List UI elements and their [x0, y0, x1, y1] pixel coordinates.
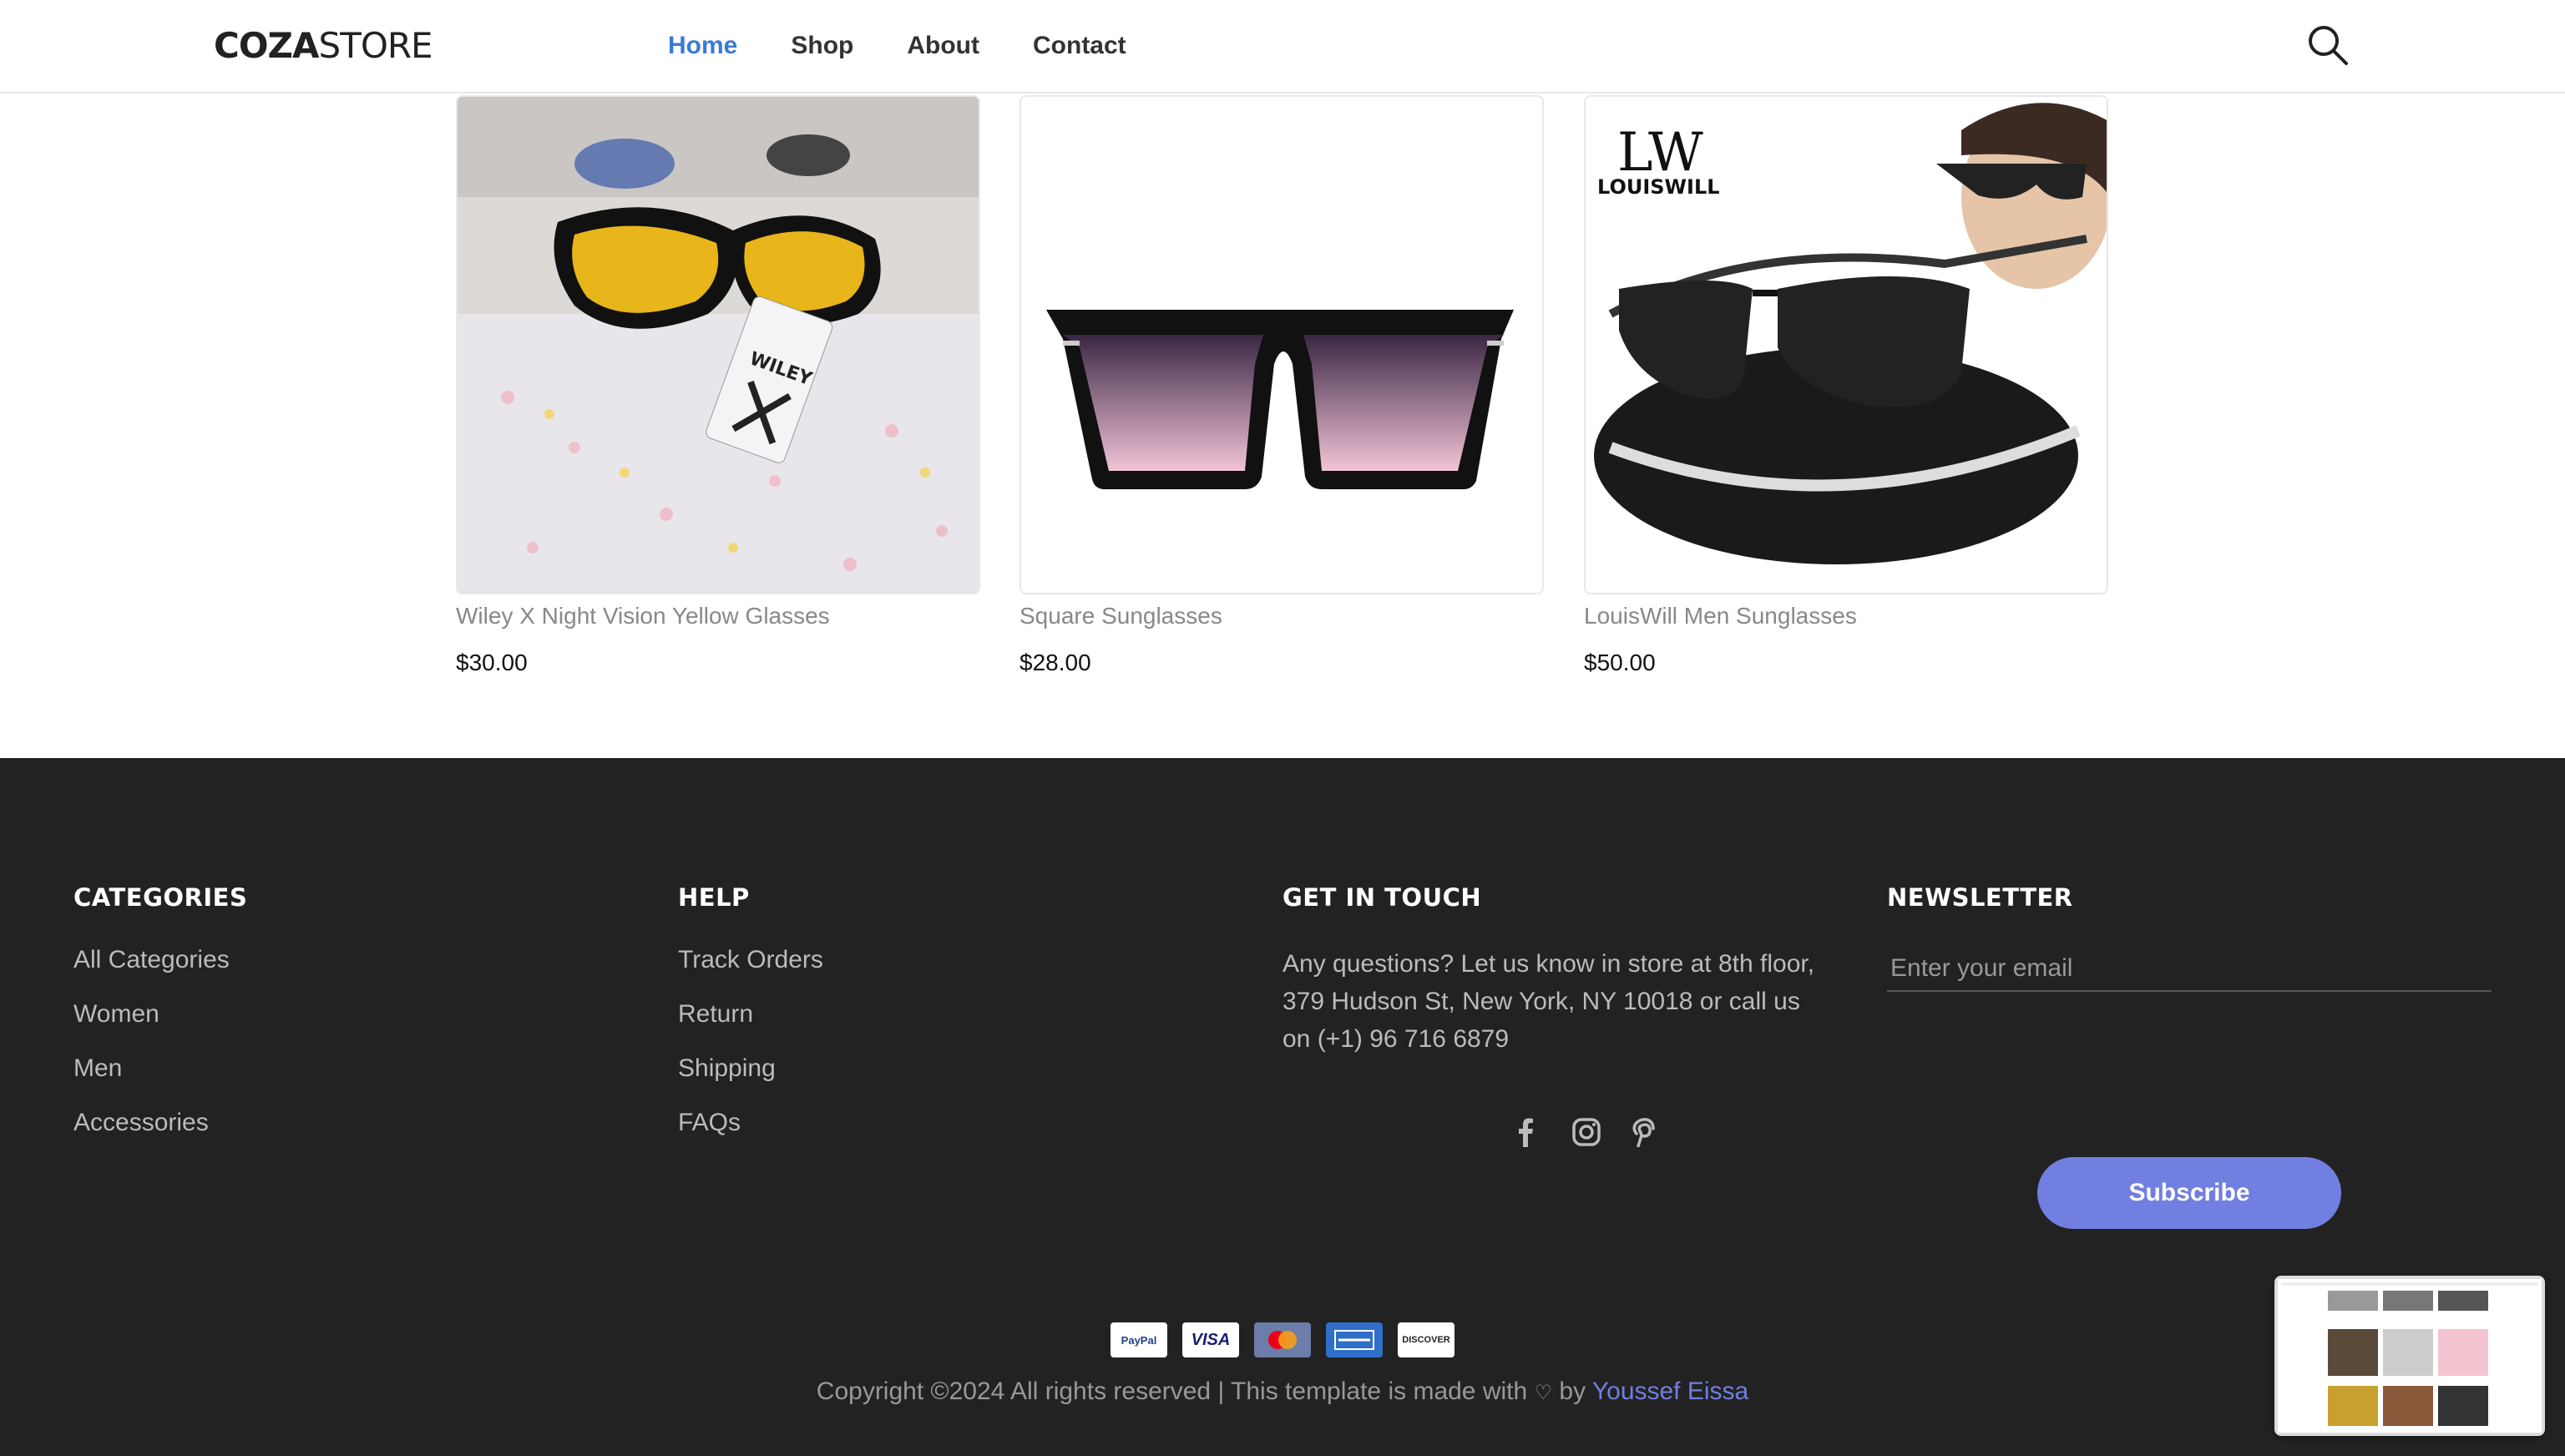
search-icon[interactable]	[2306, 23, 2350, 67]
heart-icon: ♡	[1534, 1382, 1553, 1404]
nav-contact[interactable]: Contact	[1033, 32, 1126, 60]
pinterest-icon[interactable]	[1630, 1117, 1655, 1148]
footer-categories: CATEGORIES All Categories Women Men Acce…	[73, 883, 247, 1162]
copyright-by: by	[1559, 1378, 1586, 1405]
email-field[interactable]	[1887, 947, 2492, 992]
logo[interactable]: COZASTORE	[214, 25, 433, 66]
nav-shop[interactable]: Shop	[791, 32, 853, 60]
logo-bold-text: COZA	[214, 25, 319, 66]
product-image[interactable]	[1019, 95, 1544, 594]
visa-icon: VISA	[1182, 1322, 1239, 1357]
payment-icons: PayPal VISA DISCOVER	[1110, 1322, 1455, 1357]
site-footer: CATEGORIES All Categories Women Men Acce…	[0, 758, 2565, 1456]
footer-get-in-touch: GET IN TOUCH Any questions? Let us know …	[1282, 883, 1817, 1148]
product-name[interactable]: Square Sunglasses	[1019, 603, 1544, 629]
footer-heading: NEWSLETTER	[1887, 883, 2073, 912]
product-name[interactable]: LouisWill Men Sunglasses	[1584, 603, 2108, 629]
product-price: $28.00	[1019, 650, 1091, 675]
svg-text:LOUISWILL: LOUISWILL	[1597, 175, 1720, 199]
site-header: COZASTORE Home Shop About Contact	[0, 0, 2565, 94]
contact-text: Any questions? Let us know in store at 8…	[1282, 950, 1815, 1053]
discover-icon: DISCOVER	[1398, 1322, 1455, 1357]
footer-link[interactable]: Women	[73, 999, 247, 1029]
footer-heading: HELP	[678, 883, 750, 912]
copyright: Copyright ©2024 All rights reserved | Th…	[0, 1378, 2565, 1406]
logo-light-text: STORE	[318, 25, 433, 66]
product-image[interactable]: WILEY	[456, 95, 980, 594]
product-card: LW LOUISWILL LouisWill Men Sunglasses $5…	[1584, 95, 2108, 676]
product-image[interactable]: LW LOUISWILL	[1584, 95, 2108, 594]
nav-about[interactable]: About	[907, 32, 979, 60]
paypal-icon: PayPal	[1110, 1322, 1167, 1357]
footer-help: HELP Track Orders Return Shipping FAQs	[678, 883, 823, 1162]
footer-link[interactable]: Return	[678, 999, 823, 1029]
mastercard-icon	[1254, 1322, 1311, 1357]
copyright-text: Copyright ©2024 All rights reserved | Th…	[816, 1378, 1528, 1405]
amex-icon	[1326, 1322, 1383, 1357]
page-preview-thumbnail[interactable]	[2274, 1276, 2545, 1436]
footer-newsletter: NEWSLETTER Subscribe	[1887, 883, 2492, 1229]
product-price: $30.00	[456, 650, 528, 675]
product-card: Square Sunglasses $28.00	[1019, 95, 1544, 676]
nav-home[interactable]: Home	[668, 32, 737, 60]
svg-text:LW: LW	[1617, 122, 1703, 184]
footer-link[interactable]: Accessories	[73, 1108, 247, 1137]
product-card: WILEY Wiley X Night Vision Yellow Glasse…	[456, 95, 980, 676]
social-links	[1513, 1117, 1655, 1148]
footer-link[interactable]: Men	[73, 1054, 247, 1083]
main-nav: Home Shop About Contact	[668, 32, 1126, 60]
product-name[interactable]: Wiley X Night Vision Yellow Glasses	[456, 603, 980, 629]
footer-heading: CATEGORIES	[73, 883, 248, 912]
footer-link[interactable]: Shipping	[678, 1054, 823, 1083]
footer-link[interactable]: All Categories	[73, 945, 247, 974]
product-price: $50.00	[1584, 650, 1656, 675]
subscribe-button[interactable]: Subscribe	[2037, 1157, 2341, 1229]
facebook-icon[interactable]	[1513, 1117, 1538, 1147]
instagram-icon[interactable]	[1571, 1117, 1601, 1147]
footer-link[interactable]: Track Orders	[678, 945, 823, 974]
footer-link[interactable]: FAQs	[678, 1108, 823, 1137]
author-link[interactable]: Youssef Eissa	[1592, 1378, 1748, 1405]
footer-heading: GET IN TOUCH	[1282, 883, 1482, 912]
